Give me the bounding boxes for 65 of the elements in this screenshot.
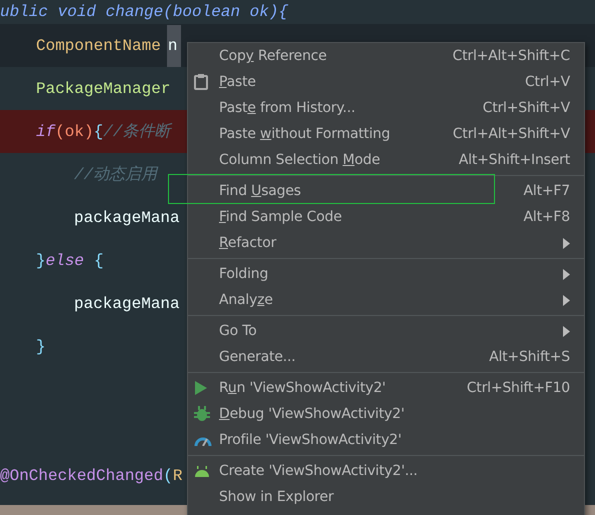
code-text: ( [163,466,173,484]
code-text: } [36,338,46,356]
menu-item[interactable]: Refactor [188,230,584,256]
menu-item-label: Analyze [219,292,274,308]
menu-item-label: Create 'ViewShowActivity2'... [219,463,418,479]
menu-item-label: Debug 'ViewShowActivity2' [219,406,406,422]
menu-item-label: Find Usages [219,183,302,199]
menu-item[interactable]: Create 'ViewShowActivity2'... [188,458,584,484]
menu-item-label: Folding [219,266,270,282]
code-text: { [94,122,104,140]
menu-item[interactable]: Show in Explorer [188,484,584,510]
menu-item-label: Paste without Formatting [219,126,392,142]
menu-item-label: Profile 'ViewShowActivity2' [219,432,403,448]
code-text: PackageManager [36,80,170,98]
code-text: @OnCheckedChanged [0,466,164,484]
shortcut-text: Ctrl+Shift+F10 [466,380,570,396]
code-text: else [46,252,84,270]
selected-text: n [166,24,182,66]
shortcut-text: Ctrl+Alt+Shift+V [452,126,570,142]
shortcut-text: Ctrl+Shift+V [482,100,570,116]
code-text: (ok) [55,122,94,140]
code-text: packageMana [74,294,180,312]
menu-item-label: Copy Reference [219,48,328,64]
code-text: R [172,466,182,484]
shortcut-text: Ctrl+V [524,74,570,90]
menu-item[interactable]: Run 'ViewShowActivity2' Ctrl+Shift+F10 [188,375,584,401]
code-text: packageMana [74,208,180,226]
shortcut-text: Alt+Shift+Insert [458,152,570,168]
menu-item[interactable]: Find Usages Alt+F7 [188,178,584,204]
menu-item-label: Show in Explorer [219,489,335,505]
shortcut-text: Alt+F8 [524,209,570,225]
menu-item[interactable]: Column Selection Mode Alt+Shift+Insert [188,147,584,173]
code-text: { [94,252,104,270]
menu-item-label: Go To [219,323,258,339]
code-text: ublic void change(boolean ok){ [0,3,288,21]
menu-item[interactable]: Paste without Formatting Ctrl+Alt+Shift+V [188,121,584,147]
menu-item-label: Generate... [219,349,297,365]
play-icon [194,380,208,396]
shortcut-text: Alt+Shift+S [489,349,570,365]
menu-item-label: Paste from History... [219,100,356,116]
menu-item[interactable]: Analyze [188,287,584,313]
menu-item-label: Refactor [219,235,278,251]
menu-item-label: Column Selection Mode [219,152,381,168]
menu-item[interactable]: Paste Ctrl+V [188,69,584,95]
clipboard-icon [194,74,208,90]
menu-item[interactable]: Paste from History... Ctrl+Shift+V [188,95,584,121]
menu-item-label: Find Sample Code [219,209,343,225]
shortcut-text: Ctrl+Alt+Shift+C [452,48,570,64]
shortcut-text: Alt+F7 [524,183,570,199]
menu-item[interactable]: Go To [188,318,584,344]
menu-item[interactable]: Generate... Alt+Shift+S [188,344,584,370]
menu-item[interactable]: Copy Reference Ctrl+Alt+Shift+C [188,43,584,69]
menu-item-label: Run 'ViewShowActivity2' [219,380,387,396]
android-icon [194,466,210,476]
menu-item[interactable]: Debug 'ViewShowActivity2' [188,401,584,427]
code-text: if [36,122,56,140]
code-text: } [36,252,46,270]
menu-item[interactable]: Folding [188,261,584,287]
code-text: //条件断 [103,122,170,142]
code-text: ComponentName [36,36,161,54]
menu-item-label: Paste [219,74,257,90]
bug-icon [194,406,210,422]
menu-item[interactable]: Find Sample Code Alt+F8 [188,204,584,230]
code-text: //动态启用 [74,164,158,185]
menu-item[interactable]: Profile 'ViewShowActivity2' [188,427,584,453]
